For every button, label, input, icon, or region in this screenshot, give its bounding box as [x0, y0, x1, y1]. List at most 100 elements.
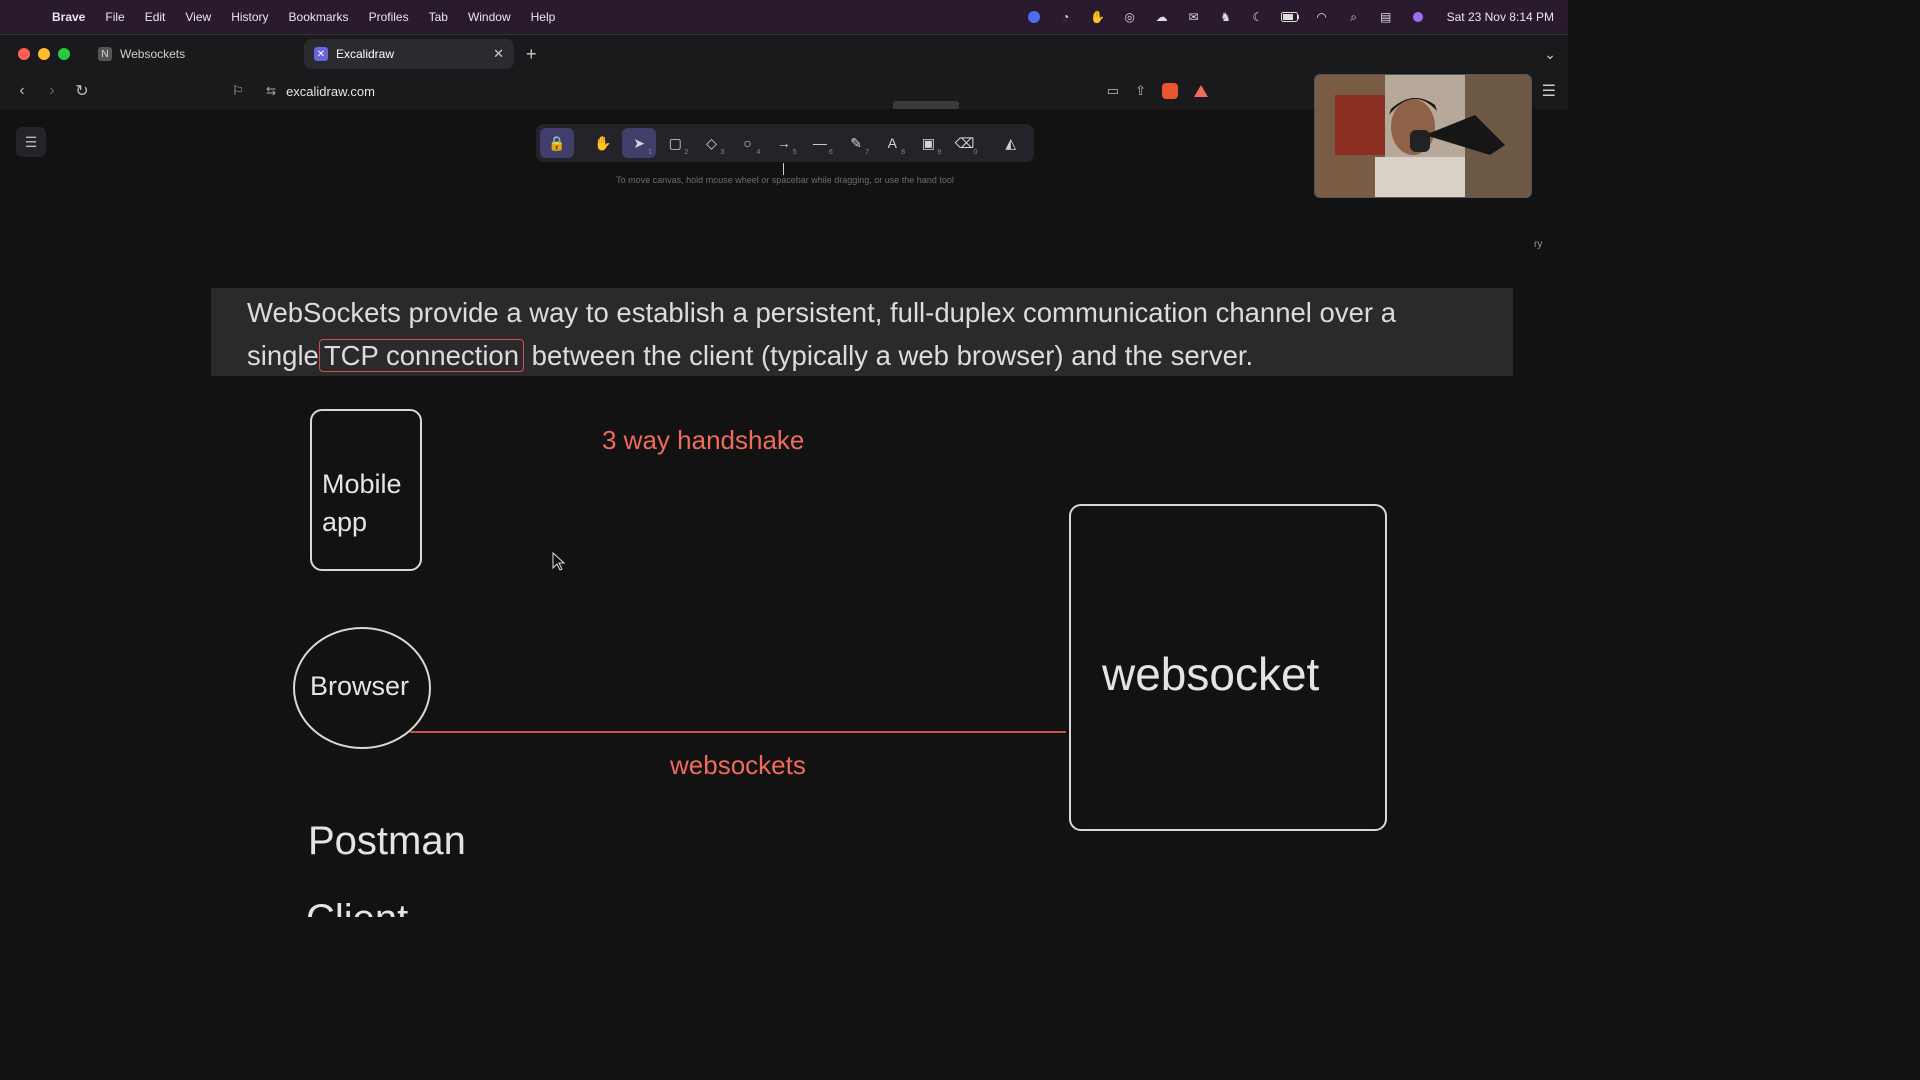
text-icon[interactable]: A8 [875, 128, 909, 158]
hand-icon-glyph: ✋ [594, 134, 612, 151]
url-text[interactable]: excalidraw.com [286, 84, 375, 99]
menu-history[interactable]: History [231, 10, 268, 24]
postman-label[interactable]: Postman [308, 819, 466, 864]
library-button[interactable]: ry [1534, 239, 1542, 250]
cast-icon[interactable]: ▭ [1107, 83, 1119, 99]
clock[interactable]: Sat 23 Nov 8:14 PM [1447, 10, 1554, 24]
moon-icon[interactable]: ☾ [1249, 10, 1267, 24]
battery-icon[interactable] [1280, 10, 1299, 24]
menu-view[interactable]: View [185, 10, 211, 24]
ellipse-icon-glyph: ○ [743, 135, 752, 151]
ellipse-icon[interactable]: ○ 4 [731, 128, 765, 158]
image-icon[interactable]: ▣ 9 [912, 128, 946, 158]
tool-shortcut-number: 4 [756, 149, 761, 156]
tool-shortcut-number: 3 [720, 149, 725, 156]
minimize-window-button[interactable] [38, 48, 50, 60]
browser-label: Browser [310, 671, 410, 701]
tab-excalidraw[interactable]: ✕ Excalidraw ✕ [304, 39, 514, 69]
pencil-icon[interactable]: ✎ 7 [839, 128, 873, 158]
menu-edit[interactable]: Edit [145, 10, 166, 24]
menu-help[interactable]: Help [531, 10, 556, 24]
tool-shortcut-number: 2 [684, 149, 689, 156]
back-button[interactable]: ‹ [14, 82, 30, 100]
tab-label: Websockets [120, 47, 186, 61]
browser-menu-icon[interactable]: ☰ [1542, 81, 1556, 101]
menu-tab[interactable]: Tab [429, 10, 448, 24]
diamond-icon-glyph: ◇ [706, 134, 717, 151]
lock-icon-glyph: 🔒 [548, 134, 566, 151]
menu-bar: Brave File Edit View History Bookmarks P… [0, 0, 1568, 34]
image-icon-glyph: ▣ [921, 134, 935, 151]
tab-websockets[interactable]: N Websockets [88, 39, 298, 69]
eraser-icon[interactable]: ⌫ 0 [948, 128, 982, 158]
websockets-line-label[interactable]: websockets [670, 750, 806, 781]
arrow-icon-glyph: → [776, 135, 791, 151]
excalidraw-canvas[interactable]: ☰ 🔒 ✋ ➤ 1 ▢ 2 ◇ 3 ○ 4 → 5—6 ✎ 7 A 8 ▣ 9 ⌫ 0 ◭ To move canvas… [0, 109, 1568, 917]
webcam-overlay [1314, 74, 1532, 198]
rectangle-icon-glyph: ▢ [668, 134, 682, 151]
tool-shortcut-number: 8 [901, 149, 906, 156]
tool-shortcut-number: 9 [937, 149, 942, 156]
menu-profiles[interactable]: Profiles [369, 10, 409, 24]
main-menu-button[interactable]: ☰ [16, 127, 46, 157]
zoom-window-button[interactable] [58, 48, 70, 60]
close-tab-icon[interactable]: ✕ [493, 46, 504, 62]
cut-off-label[interactable]: Client [306, 899, 408, 917]
excalidraw-icon: ✕ [314, 47, 328, 61]
handshake-label[interactable]: 3 way handshake [602, 425, 804, 456]
lock-icon[interactable]: 🔒 [540, 128, 574, 158]
websocket-definition-text[interactable]: WebSockets provide a way to establish a … [211, 288, 1513, 376]
extra-tools-icon-glyph: ◭ [1005, 134, 1017, 151]
excalidraw-toolbar: 🔒 ✋ ➤ 1 ▢ 2 ◇ 3 ○ 4 → 5—6 ✎ 7 A 8 ▣ 9 ⌫ 0 ◭ [536, 124, 1034, 162]
hand-icon[interactable]: ✋ [586, 128, 620, 158]
chevron-down-icon[interactable]: ⌄ [1544, 46, 1556, 63]
app-status-icon[interactable] [1025, 10, 1043, 24]
webcam-person-image [1315, 75, 1531, 197]
arrow-icon[interactable]: → 5 [767, 128, 801, 158]
tab-label: Excalidraw [336, 47, 395, 61]
connection-line[interactable] [410, 731, 1066, 733]
tool-shortcut-number: 6 [828, 149, 833, 156]
line-icon-glyph: — [812, 135, 827, 151]
diamond-icon[interactable]: ◇ 3 [695, 128, 729, 158]
control-center-icon[interactable]: ▤ [1377, 10, 1395, 24]
rectangle-icon[interactable]: ▢ 2 [658, 128, 692, 158]
site-settings-icon[interactable]: ⇆ [266, 84, 276, 98]
share-icon[interactable]: ⇧ [1135, 83, 1146, 99]
menu-file[interactable]: File [105, 10, 124, 24]
search-icon[interactable]: ⌕ [1345, 10, 1363, 24]
line-icon[interactable]: —6 [803, 128, 837, 158]
menu-window[interactable]: Window [468, 10, 511, 24]
cloud-icon[interactable]: ☁ [1153, 10, 1171, 24]
siri-icon[interactable] [1409, 10, 1427, 24]
hand-status-icon[interactable]: ✋ [1089, 10, 1107, 24]
new-tab-button[interactable]: + [526, 44, 537, 65]
extra-tools-icon[interactable]: ◭ [994, 128, 1028, 158]
tcp-connection-highlight[interactable]: TCP connection [318, 339, 525, 372]
mouse-cursor-icon [552, 552, 566, 571]
tool-shortcut-number: 5 [792, 149, 797, 156]
address-bar[interactable]: ⚐ ⇆ excalidraw.com ▭ ⇧ [228, 77, 1228, 105]
pointer-icon[interactable]: ➤ 1 [622, 128, 656, 158]
menu-app-name[interactable]: Brave [52, 10, 85, 24]
pencil-icon-glyph: ✎ [850, 134, 862, 151]
close-window-button[interactable] [18, 48, 30, 60]
brave-shields-icon[interactable] [1162, 83, 1178, 99]
tool-shortcut-number: 7 [865, 149, 869, 156]
text-caret [783, 163, 784, 175]
brave-rewards-icon[interactable] [1194, 85, 1208, 97]
menu-bookmarks[interactable]: Bookmarks [289, 10, 349, 24]
canvas-hint: To move canvas, hold mouse wheel or spac… [616, 175, 954, 185]
mail-icon[interactable]: ✉ [1185, 10, 1203, 24]
address-actions: ▭ ⇧ [1107, 83, 1208, 99]
sync-icon[interactable]: ◔ [1057, 10, 1075, 24]
tool-shortcut-number: 1 [648, 149, 652, 156]
reload-button[interactable]: ↻ [74, 81, 90, 101]
traffic-lights [18, 48, 70, 60]
forward-button[interactable]: › [44, 82, 60, 100]
cat-icon[interactable]: ♞ [1217, 10, 1235, 24]
bookmark-icon[interactable]: ⚐ [232, 83, 246, 99]
definition-text-end: between the client (typically a web brow… [524, 340, 1254, 371]
record-icon[interactable]: ◎ [1121, 10, 1139, 24]
wifi-icon[interactable]: ◠ [1313, 10, 1331, 24]
